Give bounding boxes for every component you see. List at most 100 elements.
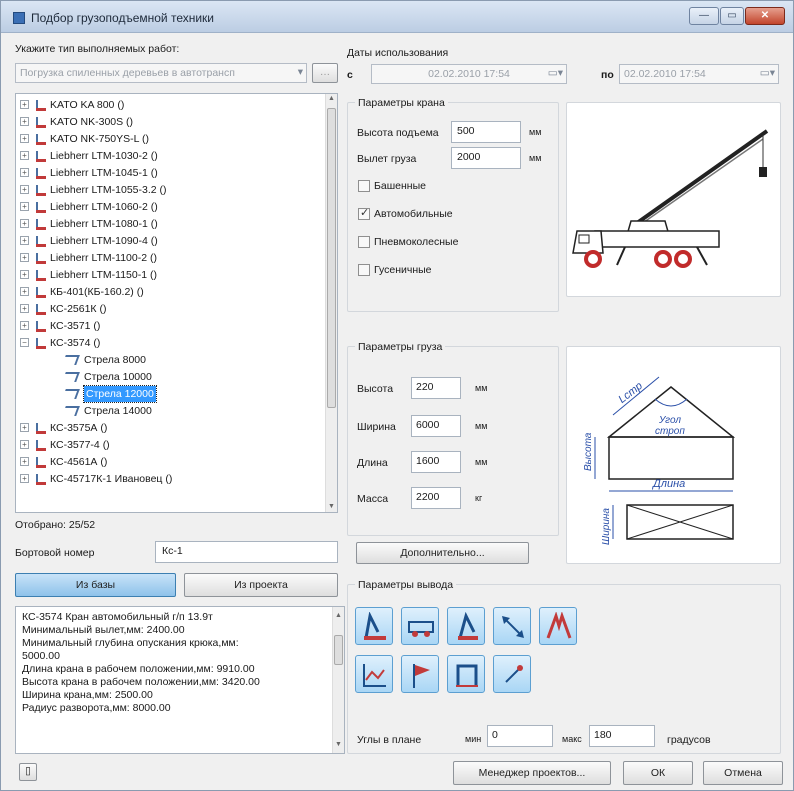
angles-label: Углы в плане (357, 734, 422, 746)
tree-scroll-thumb[interactable] (327, 108, 336, 408)
close-button[interactable]: ✕ (745, 7, 785, 25)
lift-height-unit: мм (529, 127, 542, 137)
crane-icon (34, 304, 46, 316)
expand-icon[interactable]: + (20, 321, 29, 330)
calendar-icon[interactable]: ▭▾ (548, 67, 563, 79)
scroll-up-icon[interactable]: ▲ (328, 95, 335, 102)
boom-icon (62, 389, 80, 399)
angle-max-label: макс (562, 734, 582, 744)
output-graph-button[interactable] (355, 655, 393, 693)
sling-icon (546, 612, 572, 639)
output-flag-button[interactable] (401, 655, 439, 693)
cargo-mass-unit: кг (475, 493, 483, 503)
expand-icon[interactable]: + (20, 440, 29, 449)
output-sling-button[interactable] (539, 607, 577, 645)
expand-icon[interactable]: + (20, 151, 29, 160)
truck-crane-label: Автомобильные (374, 208, 453, 220)
angle-min-input[interactable]: 0 (487, 725, 553, 747)
date-to-picker[interactable]: 02.02.2010 17:54 ▭▾ (619, 64, 779, 84)
cargo-width-unit: мм (475, 421, 488, 431)
output-pin-button[interactable] (493, 655, 531, 693)
crane-icon (34, 423, 46, 435)
expand-icon[interactable]: + (20, 202, 29, 211)
crane-info-line: Ширина крана,мм: 2500.00 (22, 689, 153, 701)
crane-info-box[interactable]: КС-3574 Кран автомобильный г/п 13.9т Мини… (15, 606, 345, 754)
minimize-button[interactable]: — (689, 7, 719, 25)
crane-info-line: Длина крана в рабочем положении,мм: 9910… (22, 663, 255, 675)
expand-icon[interactable]: + (20, 100, 29, 109)
cargo-mass-input[interactable]: 2200 (411, 487, 461, 509)
output-equipment-button[interactable] (401, 607, 439, 645)
calendar-icon[interactable]: ▭▾ (760, 67, 775, 79)
project-manager-button[interactable]: Менеджер проектов... (453, 761, 611, 785)
tree-item-label: Liebherr LTM-1030-2 () (50, 150, 158, 162)
dialog-window: Подбор грузоподъемной техники — ▭ ✕ Укаж… (0, 0, 794, 791)
work-type-select[interactable]: Погрузка спиленных деревьев в автотрансп… (15, 63, 307, 83)
help-button[interactable]: ▯ (19, 763, 37, 781)
dimension-icon (502, 616, 524, 638)
cargo-length-input[interactable]: 1600 (411, 451, 461, 473)
expand-icon[interactable]: + (20, 423, 29, 432)
tree-item-label: Liebherr LTM-1150-1 () (50, 269, 157, 281)
scroll-up-icon[interactable]: ▲ (335, 609, 342, 622)
scroll-down-icon[interactable]: ▼ (328, 503, 335, 510)
collapse-icon[interactable]: − (20, 338, 29, 347)
expand-icon[interactable]: + (20, 219, 29, 228)
crawler-crane-label: Гусеничные (374, 264, 432, 276)
lift-height-input[interactable]: 500 (451, 121, 521, 143)
from-db-button[interactable]: Из базы (15, 573, 176, 597)
shown-count: Отобрано: 25/52 (15, 519, 96, 531)
crawler-crane-checkbox[interactable] (358, 264, 370, 276)
work-type-browse-button[interactable]: … (312, 63, 338, 83)
from-project-button[interactable]: Из проекта (184, 573, 338, 597)
tower-crane-checkbox[interactable] (358, 180, 370, 192)
app-icon (13, 12, 25, 24)
expand-icon[interactable]: + (20, 185, 29, 194)
expand-icon[interactable]: + (20, 117, 29, 126)
ok-button[interactable]: ОК (623, 761, 693, 785)
output-dimension-button[interactable] (493, 607, 531, 645)
date-to-value: 02.02.2010 17:54 (624, 68, 706, 80)
pneumatic-crane-checkbox[interactable] (358, 236, 370, 248)
cargo-height-input[interactable]: 220 (411, 377, 461, 399)
expand-icon[interactable]: + (20, 134, 29, 143)
expand-icon[interactable]: + (20, 270, 29, 279)
expand-icon[interactable]: + (20, 474, 29, 483)
dates-label: Даты использования (347, 47, 449, 59)
tree-item-label: Liebherr LTM-1090-4 () (50, 235, 158, 247)
output-frame-button[interactable] (447, 655, 485, 693)
info-scroll-thumb[interactable] (334, 635, 343, 665)
cargo-sling-diagram: Lстр Угол строп Высота Длина Ширина (583, 376, 736, 545)
crane-icon (34, 321, 46, 333)
board-number-input[interactable]: Кс-1 (155, 541, 338, 563)
expand-icon[interactable]: + (20, 253, 29, 262)
maximize-button[interactable]: ▭ (720, 7, 744, 25)
tree-scrollbar[interactable]: ▲ ▼ (325, 94, 337, 512)
expand-icon[interactable]: + (20, 168, 29, 177)
expand-icon[interactable]: + (20, 457, 29, 466)
crane-reach-icon (364, 612, 386, 640)
title-bar[interactable]: Подбор грузоподъемной техники — ▭ ✕ (1, 1, 793, 33)
more-options-button[interactable]: Дополнительно... (356, 542, 529, 564)
expand-icon[interactable]: + (20, 287, 29, 296)
date-from-picker[interactable]: 02.02.2010 17:54 ▭▾ (371, 64, 567, 84)
boom-icon (62, 406, 80, 416)
crane-tree[interactable]: + KATO KA 800 () + KATO NK-300S () + KATO NK-… (15, 93, 338, 513)
info-scrollbar[interactable]: ▲ ▼ (332, 607, 344, 753)
cargo-width-input[interactable]: 6000 (411, 415, 461, 437)
date-to-label: по (601, 69, 614, 81)
output-load-chart-button[interactable] (447, 607, 485, 645)
tree-item-label: KATO NK-300S () (50, 116, 134, 128)
output-reach-chart-button[interactable] (355, 607, 393, 645)
expand-icon[interactable]: + (20, 236, 29, 245)
scroll-down-icon[interactable]: ▼ (335, 738, 342, 751)
crane-info-line: Высота крана в рабочем положении,мм: 342… (22, 676, 260, 688)
cancel-button[interactable]: Отмена (703, 761, 783, 785)
truck-crane-checkbox[interactable] (358, 206, 370, 220)
angle-max-input[interactable]: 180 (589, 725, 655, 747)
cargo-height-dim: Высота (583, 432, 594, 471)
tree-item-label: КБ-401(КБ-160.2) () (50, 286, 144, 298)
expand-icon[interactable]: + (20, 304, 29, 313)
reach-input[interactable]: 2000 (451, 147, 521, 169)
crane-icon (34, 440, 46, 452)
